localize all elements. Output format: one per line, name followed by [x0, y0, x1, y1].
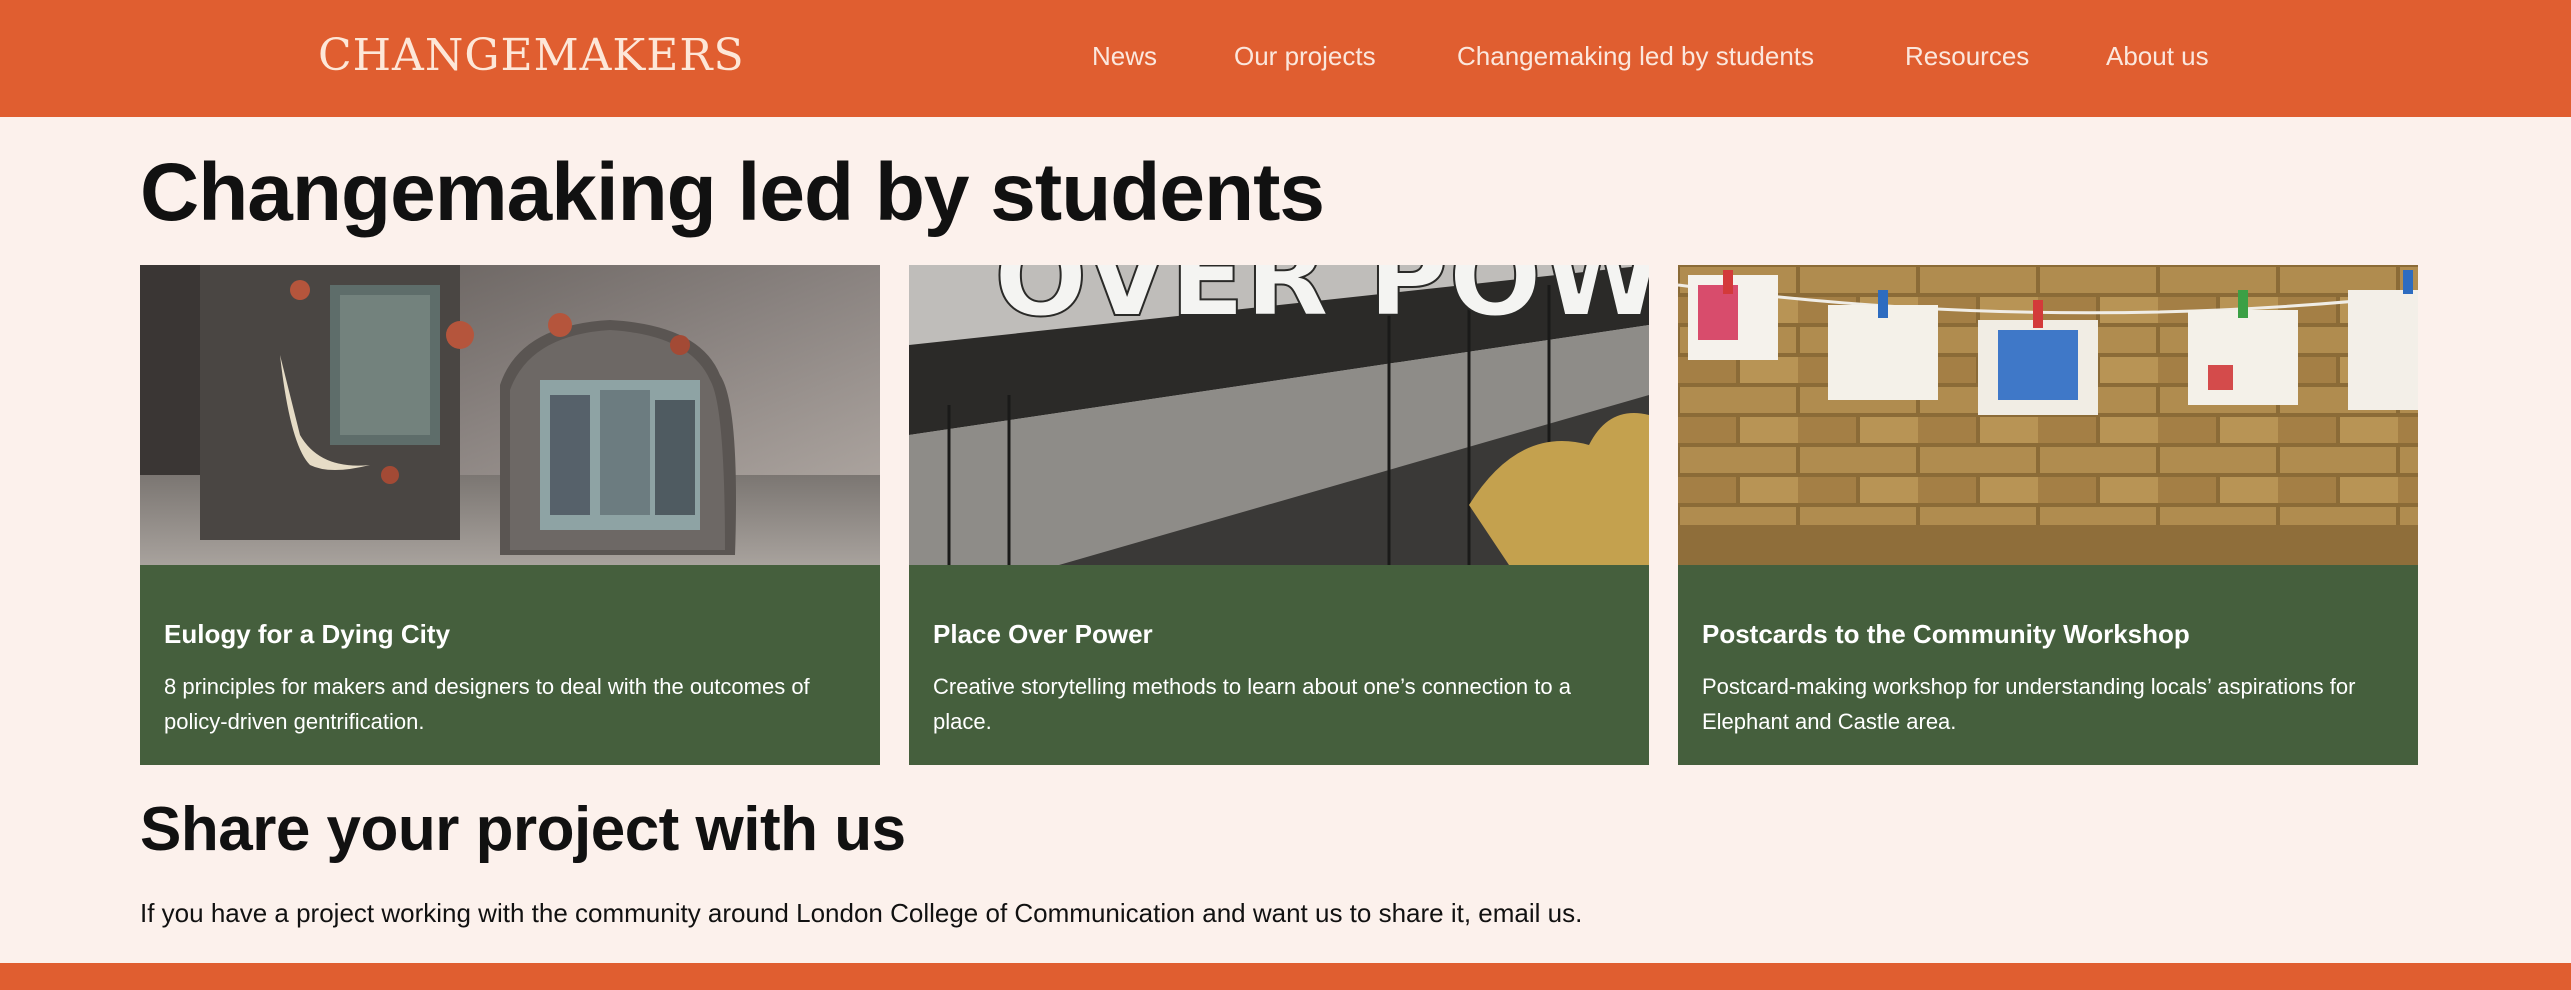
site-logo[interactable]: CHANGEMAKERS: [318, 28, 745, 84]
site-header: CHANGEMAKERS News Our projects Changemak…: [0, 0, 2571, 117]
card-image-text: OVER POWER: [994, 265, 1649, 341]
share-section-text: If you have a project working with the c…: [140, 898, 1583, 928]
card-description: Creative storytelling methods to learn a…: [933, 674, 1571, 734]
nav-item-news[interactable]: News: [1092, 36, 1157, 76]
project-image-over-power-collage: OVER POWER: [909, 265, 1649, 565]
site-footer: [0, 963, 2571, 990]
nav-item-resources[interactable]: Resources: [1905, 36, 2029, 76]
project-card-eulogy[interactable]: Eulogy for a Dying City 8 principles for…: [140, 265, 880, 765]
project-image-concrete-blocks: [140, 265, 880, 565]
card-title: Postcards to the Community Workshop: [1702, 619, 2190, 649]
project-card-postcards[interactable]: Postcards to the Community Workshop Post…: [1678, 265, 2418, 765]
nav-item-about-us[interactable]: About us: [2106, 36, 2209, 76]
nav-item-changemaking-led-by-students[interactable]: Changemaking led by students: [1457, 36, 1814, 76]
nav-item-our-projects[interactable]: Our projects: [1234, 36, 1376, 76]
card-description: 8 principles for makers and designers to…: [164, 674, 810, 734]
card-title: Place Over Power: [933, 619, 1153, 649]
card-title: Eulogy for a Dying City: [164, 619, 451, 649]
page-title: Changemaking led by students: [140, 147, 1325, 238]
project-card-place-over-power[interactable]: OVER POWER Place Over Power Creative sto…: [909, 265, 1649, 765]
share-section-title: Share your project with us: [140, 795, 906, 864]
project-image-postcards-on-wall: [1678, 265, 2418, 565]
card-description: Postcard-making workshop for understandi…: [1702, 674, 2356, 734]
